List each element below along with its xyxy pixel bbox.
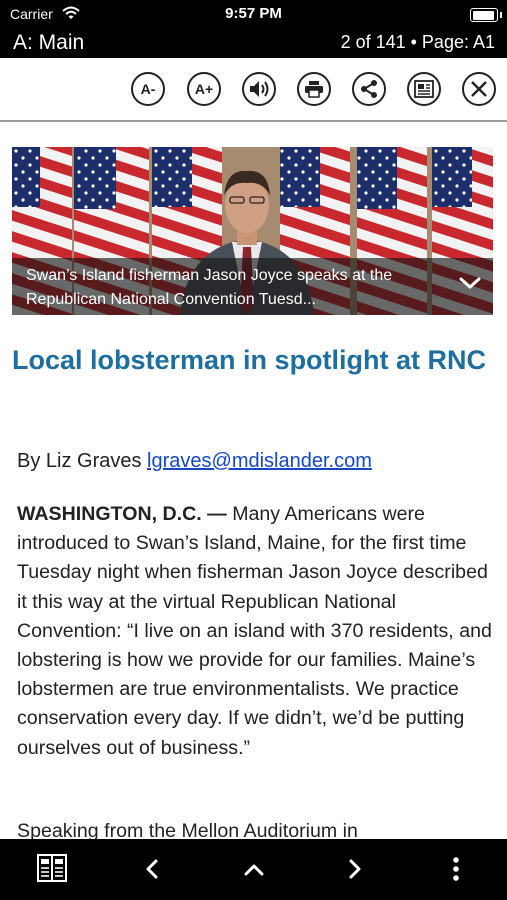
byline: By Liz Graves lgraves@mdislander.com bbox=[17, 450, 372, 473]
caption-text: Swan’s Island fisherman Jason Joyce spea… bbox=[26, 267, 393, 308]
author-email-link[interactable]: lgraves@mdislander.com bbox=[147, 450, 372, 472]
pages-button[interactable] bbox=[37, 853, 67, 888]
page-indicator: 2 of 141 • Page: A1 bbox=[340, 32, 495, 52]
chevron-left-icon bbox=[146, 859, 158, 879]
share-button[interactable] bbox=[352, 72, 386, 106]
expand-caption-button[interactable] bbox=[459, 276, 481, 290]
print-icon bbox=[305, 81, 323, 98]
audio-button[interactable] bbox=[242, 72, 276, 106]
share-icon bbox=[361, 80, 377, 98]
clock: 9:57 PM bbox=[225, 5, 282, 22]
close-icon bbox=[471, 81, 487, 97]
font-increase-button[interactable]: A+ bbox=[187, 72, 221, 106]
font-increase-label: A+ bbox=[194, 81, 214, 97]
paragraph-1-text: Many Americans were introduced to Swan’s… bbox=[17, 503, 492, 759]
photo-caption: Swan’s Island fisherman Jason Joyce spea… bbox=[12, 258, 493, 315]
up-button[interactable] bbox=[243, 863, 265, 882]
close-button[interactable] bbox=[462, 72, 496, 106]
article-paragraph-1: WASHINGTON, D.C. — Many Americans were i… bbox=[17, 500, 493, 763]
previous-article-button[interactable] bbox=[145, 859, 159, 884]
font-decrease-label: A- bbox=[140, 81, 156, 97]
section-title: A: Main bbox=[13, 31, 85, 54]
next-article-button[interactable] bbox=[348, 859, 362, 884]
author-name: By Liz Graves bbox=[17, 450, 142, 472]
print-button[interactable] bbox=[297, 72, 331, 106]
article-view-button[interactable] bbox=[407, 72, 441, 106]
reader-toolbar: A- A+ bbox=[0, 58, 507, 122]
pages-icon bbox=[37, 854, 67, 882]
article-headline: Local lobsterman in spotlight at RNC bbox=[12, 345, 487, 375]
chevron-up-icon bbox=[244, 864, 264, 876]
battery-icon bbox=[470, 8, 502, 22]
speaker-icon bbox=[250, 81, 269, 97]
bottom-nav-bar bbox=[0, 839, 507, 900]
more-vertical-icon bbox=[453, 857, 459, 881]
dateline: WASHINGTON, D.C. — bbox=[17, 503, 227, 525]
title-bar: A: Main 2 of 141 • Page: A1 bbox=[0, 30, 507, 58]
article-photo[interactable]: Swan’s Island fisherman Jason Joyce spea… bbox=[12, 147, 493, 315]
status-bar: Carrier 9:57 PM bbox=[0, 0, 507, 30]
article-view-icon bbox=[414, 80, 434, 98]
chevron-down-icon bbox=[459, 277, 481, 289]
more-options-button[interactable] bbox=[451, 856, 461, 887]
chevron-right-icon bbox=[349, 859, 361, 879]
font-decrease-button[interactable]: A- bbox=[131, 72, 165, 106]
